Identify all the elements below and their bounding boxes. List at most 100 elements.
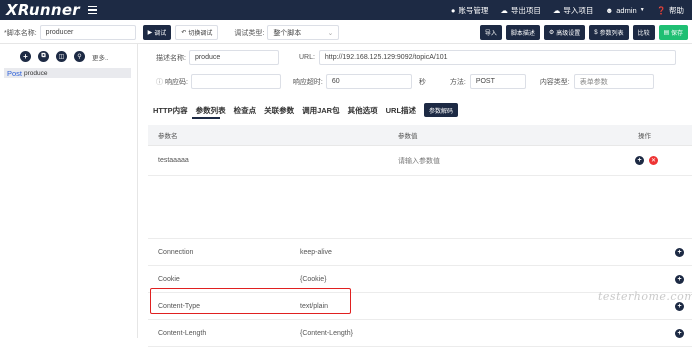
play-icon: ▶ — [147, 30, 153, 36]
param-decode-button[interactable]: 参数解码 — [424, 103, 459, 117]
header-name-cell: Connection — [158, 248, 194, 256]
url-label: URL: — [298, 54, 315, 61]
script-desc-button[interactable]: 脚本描述 — [505, 25, 540, 40]
more-link[interactable]: 更多.. — [92, 52, 109, 62]
timeout-input[interactable]: 60 — [325, 74, 412, 89]
desc-name-input[interactable]: produce — [188, 50, 279, 65]
import-project-link[interactable]: ☁ 导入项目 — [553, 5, 594, 16]
timeout-label: 响应超时: — [292, 78, 323, 86]
add-icon[interactable]: + — [20, 51, 31, 62]
help-label: 帮助 — [669, 5, 684, 15]
app-logo: XRunner — [6, 1, 81, 19]
method-badge: Post — [7, 68, 23, 78]
param-list-label: 参数列表 — [599, 31, 624, 37]
main-panel: 描述名称: produce URL: http://192.168.125.12… — [148, 44, 692, 347]
method-input[interactable]: POST — [469, 74, 526, 89]
save-icon: ▤ — [663, 30, 670, 36]
tab-related-params[interactable]: 关联参数 — [264, 105, 294, 116]
switch-icon: ↶ — [181, 30, 187, 36]
import-label: 导入项目 — [563, 5, 594, 15]
switch-debug-label: 切换调试 — [188, 31, 213, 37]
tab-checkpoint[interactable]: 检查点 — [234, 105, 257, 116]
param-name-cell: testaaaaa — [158, 157, 189, 164]
script-toolbar: *脚本名称: producer ▶ 调试 ↶ 切换调试 调试类型: 整个脚本 ⌄… — [0, 22, 692, 44]
header-value-cell: {Content-Length} — [300, 329, 353, 337]
add-row-icon[interactable]: + — [675, 274, 684, 284]
account-label: 账号管理 — [458, 5, 489, 15]
tab-call-jar[interactable]: 调用JAR包 — [302, 105, 340, 116]
url-input[interactable]: http://192.168.125.129:9092/topicA/101 — [318, 50, 676, 65]
content-type-label: 内容类型: — [539, 78, 570, 86]
method-label: 方法: — [449, 78, 466, 86]
add-row-icon[interactable]: + — [675, 328, 684, 338]
save-button[interactable]: ▤ 保存 — [658, 25, 688, 40]
top-bar: XRunner ● 账号管理 ☁ 导出项目 ☁ 导入项目 ☻ admin ▼ ❓… — [0, 0, 692, 20]
timeout-unit: 秒 — [418, 78, 426, 86]
header-value-cell: keep-alive — [300, 248, 332, 256]
help-link[interactable]: ❓ 帮助 — [657, 5, 684, 16]
folder-icon[interactable]: ◫ — [56, 51, 67, 62]
response-code-label: ⓘ 响应码: — [156, 77, 188, 87]
header-value-cell: {Cookie} — [300, 275, 327, 283]
add-row-icon[interactable]: + — [635, 156, 644, 165]
caret-down-icon: ▼ — [639, 7, 645, 13]
advanced-settings-button[interactable]: ⚙ 高级设置 — [543, 25, 586, 40]
user-menu[interactable]: ☻ admin ▼ — [605, 6, 644, 15]
advanced-label: 高级设置 — [556, 31, 581, 37]
script-name-input[interactable]: producer — [39, 25, 136, 40]
desc-name-label: 描述名称: — [156, 54, 186, 62]
param-value-input[interactable]: 请输入参数值 — [398, 156, 635, 166]
delete-row-icon[interactable]: ✕ — [649, 156, 658, 165]
script-name-label: *脚本名称: — [4, 29, 37, 37]
user-name: admin — [616, 5, 637, 15]
header-param-value: 参数值 — [398, 133, 418, 140]
switch-debug-button[interactable]: ↶ 切换调试 — [175, 25, 219, 40]
import-button[interactable]: 导入 — [479, 25, 502, 40]
chevron-down-icon: ⌄ — [327, 29, 334, 37]
table-row: testaaaaa 请输入参数值 + ✕ — [148, 146, 692, 176]
tab-http-content[interactable]: HTTP内容 — [153, 105, 188, 116]
add-row-icon[interactable]: + — [675, 247, 684, 257]
export-label: 导出项目 — [510, 5, 541, 15]
gear-icon: ⚙ — [548, 30, 555, 36]
debug-button[interactable]: ▶ 调试 — [142, 25, 172, 40]
tab-other-options[interactable]: 其他选项 — [348, 105, 378, 116]
menu-icon[interactable] — [88, 6, 98, 14]
account-management-link[interactable]: ● 账号管理 — [451, 5, 489, 16]
sidebar: + ⧉ ◫ ⚲ 更多.. Post produce — [0, 44, 138, 338]
header-name-cell: Cookie — [158, 275, 180, 283]
list-item: Connection keep-alive + — [148, 239, 692, 266]
compare-button[interactable]: 比较 — [632, 25, 655, 40]
save-label: 保存 — [670, 31, 683, 37]
active-tab-indicator — [192, 117, 220, 119]
list-item: Content-Length {Content-Length} + — [148, 320, 692, 347]
debug-type-label: 调试类型: — [234, 29, 265, 37]
tab-param-list[interactable]: 参数列表 — [196, 105, 226, 116]
cloud-upload-icon: ☁ — [500, 5, 508, 15]
debug-type-select[interactable]: 整个脚本 ⌄ — [267, 25, 340, 40]
export-project-link[interactable]: ☁ 导出项目 — [500, 5, 541, 16]
response-code-input[interactable] — [190, 74, 281, 89]
sidebar-item-label: produce — [24, 69, 48, 77]
cloud-download-icon: ☁ — [552, 5, 561, 15]
highlight-box — [150, 288, 351, 314]
tab-url-desc[interactable]: URL描述 — [386, 105, 416, 116]
sidebar-item-produce[interactable]: Post produce — [4, 68, 131, 78]
user-avatar-icon: ☻ — [605, 5, 614, 15]
question-icon: ❓ — [656, 5, 666, 15]
header-param-name: 参数名 — [158, 133, 178, 140]
header-actions: 操作 — [638, 133, 651, 140]
param-table-header: 参数名 参数值 操作 — [148, 125, 692, 146]
debug-label: 调试 — [154, 31, 167, 37]
debug-type-value: 整个脚本 — [273, 29, 302, 37]
search-icon[interactable]: ⚲ — [74, 51, 85, 62]
header-name-cell: Content-Length — [158, 329, 207, 337]
copy-icon[interactable]: ⧉ — [38, 51, 49, 62]
user-icon: ● — [450, 5, 456, 15]
content-type-select[interactable]: 表单参数 — [573, 74, 654, 89]
param-list-button[interactable]: $ 参数列表 — [589, 25, 629, 40]
response-code-text: 响应码: — [164, 78, 188, 86]
dollar-icon: $ — [594, 29, 598, 36]
detail-tabs: HTTP内容 参数列表 检查点 关联参数 调用JAR包 其他选项 URL描述 参… — [153, 103, 459, 117]
watermark: testerhome.com — [598, 290, 692, 303]
